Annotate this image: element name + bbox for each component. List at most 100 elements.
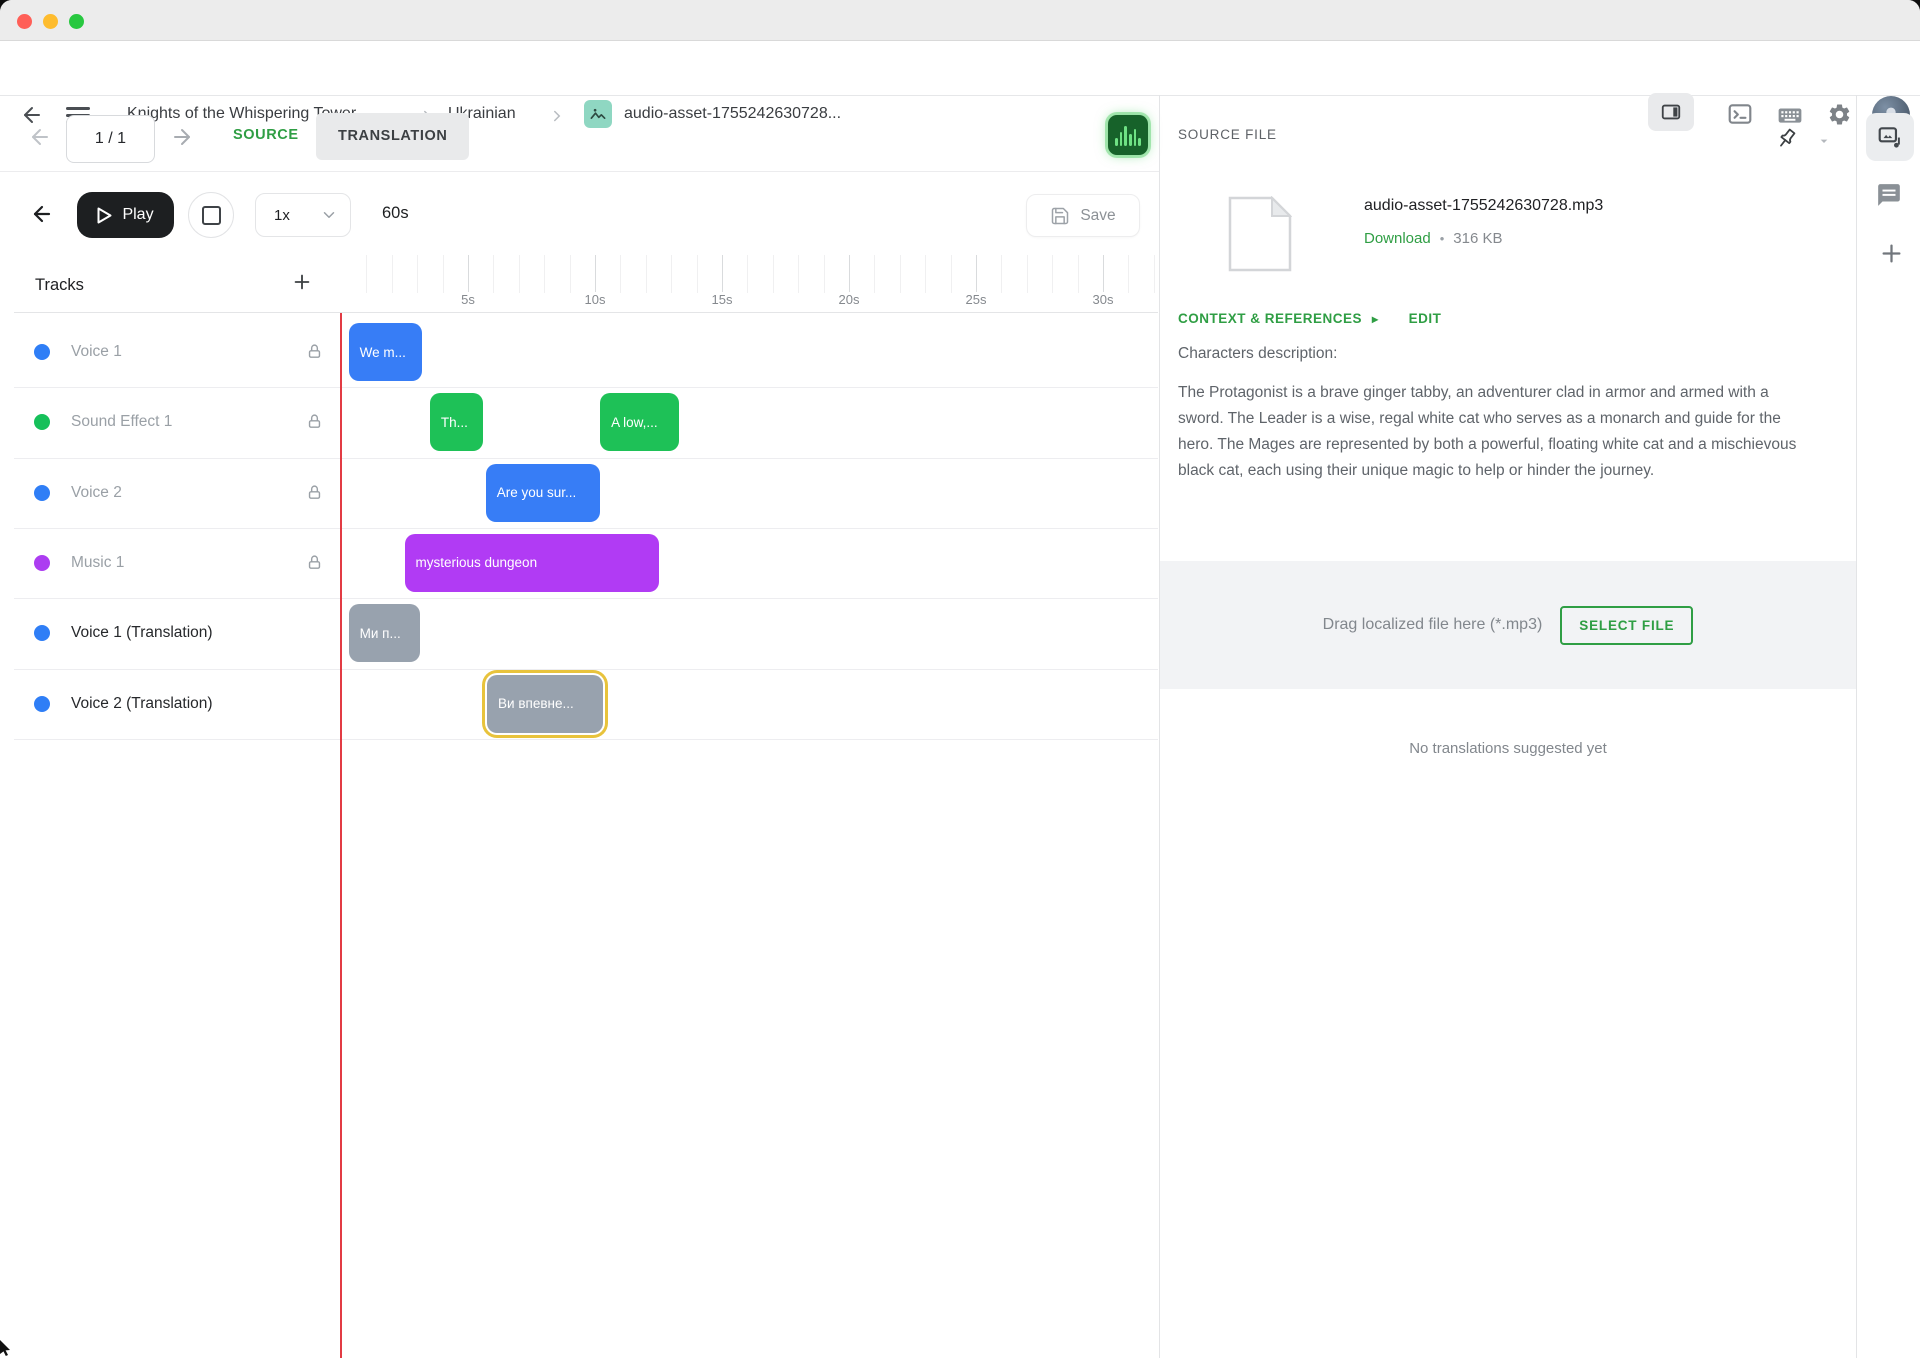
ruler-tick	[925, 255, 926, 293]
chevron-down-icon[interactable]	[1816, 133, 1832, 154]
panel-layout-toggle-button[interactable]	[1648, 93, 1694, 131]
media-audio-icon	[1877, 124, 1903, 150]
ruler-tick	[443, 255, 444, 293]
ruler-tick-label: 20s	[829, 292, 869, 307]
source-file-name: audio-asset-1755242630728.mp3	[1364, 197, 1603, 215]
play-button[interactable]: Play	[77, 192, 174, 238]
ruler-tick	[366, 255, 367, 293]
timeline-clip[interactable]: A low,...	[600, 393, 679, 451]
comments-tab[interactable]	[1876, 182, 1902, 213]
toolbar-divider	[0, 171, 1159, 172]
rail-divider	[1856, 95, 1857, 1358]
ruler-tick	[1103, 255, 1104, 293]
add-track-button[interactable]	[286, 266, 318, 298]
timeline-clip[interactable]: Ми п...	[349, 604, 420, 662]
ruler-tick	[544, 255, 545, 293]
tab-source[interactable]: SOURCE	[233, 127, 299, 143]
ruler-tick	[747, 255, 748, 293]
add-panel-tab[interactable]	[1878, 240, 1905, 272]
back-icon[interactable]	[20, 103, 44, 127]
clip-label: mysterious dungeon	[405, 555, 538, 570]
ruler-tick	[671, 255, 672, 293]
edit-link[interactable]: EDIT	[1409, 311, 1442, 326]
ruler-tick-label: 5s	[448, 292, 488, 307]
row-separator	[14, 458, 1158, 459]
stop-icon	[202, 206, 221, 225]
rewind-to-start-icon[interactable]	[30, 202, 54, 226]
breadcrumb-asset[interactable]: audio-asset-1755242630728...	[624, 105, 841, 123]
timeline-clip[interactable]: Th...	[430, 393, 483, 451]
ruler-tick-label: 15s	[702, 292, 742, 307]
ruler-tick	[417, 255, 418, 293]
clip-label: Th...	[430, 415, 468, 430]
settings-gear-icon[interactable]	[1827, 102, 1852, 132]
playhead[interactable]	[340, 313, 342, 1358]
mouse-cursor	[0, 1340, 14, 1358]
track-row[interactable]: Sound Effect 1	[0, 387, 341, 457]
tab-translation[interactable]: TRANSLATION	[316, 113, 469, 160]
row-separator	[14, 528, 1158, 529]
media-audio-tab[interactable]	[1866, 113, 1914, 161]
ruler-tick	[849, 255, 850, 293]
context-references-row: CONTEXT & REFERENCES ▸ EDIT	[1178, 311, 1441, 326]
panel-divider	[1159, 95, 1160, 1358]
track-label: Sound Effect 1	[71, 413, 172, 431]
ruler-tick	[1027, 255, 1028, 293]
next-page-icon[interactable]	[170, 125, 194, 154]
ruler-tick	[697, 255, 698, 293]
lock-icon	[306, 484, 323, 506]
previous-page-icon[interactable]	[28, 125, 52, 154]
playback-speed-select[interactable]: 1x	[255, 193, 351, 237]
chevron-right-icon	[548, 107, 566, 130]
translations-empty-state: No translations suggested yet	[1160, 740, 1856, 757]
download-link[interactable]: Download	[1364, 230, 1431, 247]
timeline-clip[interactable]: Ви впевне...	[487, 675, 603, 733]
ruler-tick	[519, 255, 520, 293]
terminal-icon[interactable]	[1727, 101, 1753, 132]
close-window-button[interactable]	[17, 14, 32, 29]
minimize-window-button[interactable]	[43, 14, 58, 29]
ruler-tick	[1154, 255, 1155, 293]
save-icon	[1050, 206, 1070, 226]
ruler-tick	[570, 255, 571, 293]
track-color-dot	[34, 414, 50, 430]
audio-waveform-icon[interactable]	[1108, 115, 1148, 155]
ruler-tick	[951, 255, 952, 293]
stop-button[interactable]	[188, 192, 234, 238]
chevron-down-icon	[320, 206, 338, 224]
ruler-tick	[1052, 255, 1053, 293]
select-file-button[interactable]: SELECT FILE	[1560, 606, 1693, 645]
header: Knights of the Whispering Tower Ukrainia…	[0, 41, 1920, 96]
clip-label: Ви впевне...	[487, 696, 574, 711]
track-row[interactable]: Voice 2	[0, 458, 341, 528]
characters-description-text: The Protagonist is a brave ginger tabby,…	[1178, 380, 1814, 484]
clip-label: A low,...	[600, 415, 658, 430]
timeline-clip[interactable]: mysterious dungeon	[405, 534, 659, 592]
track-color-dot	[34, 485, 50, 501]
ruler-tick	[595, 255, 596, 293]
ruler-tick-label: 10s	[575, 292, 615, 307]
zoom-window-button[interactable]	[69, 14, 84, 29]
dropzone-hint: Drag localized file here (*.mp3)	[1323, 616, 1543, 634]
track-row[interactable]: Music 1	[0, 528, 341, 598]
file-size: 316 KB	[1453, 230, 1502, 247]
track-row[interactable]: Voice 2 (Translation)	[0, 669, 341, 739]
track-row[interactable]: Voice 1 (Translation)	[0, 598, 341, 668]
localized-file-dropzone[interactable]: Drag localized file here (*.mp3) SELECT …	[1160, 561, 1856, 689]
context-references-link[interactable]: CONTEXT & REFERENCES	[1178, 311, 1362, 326]
track-label: Music 1	[71, 554, 124, 572]
save-button[interactable]: Save	[1026, 194, 1140, 237]
track-label: Voice 2	[71, 484, 122, 502]
caret-right-icon: ▸	[1372, 312, 1379, 326]
timeline-clip[interactable]: Are you sur...	[486, 464, 600, 522]
row-separator	[14, 669, 1158, 670]
page-indicator[interactable]: 1 / 1	[66, 115, 155, 163]
tracks-panel-title: Tracks	[35, 276, 84, 295]
clip-label: We m...	[349, 345, 406, 360]
ruler-tick	[900, 255, 901, 293]
track-label: Voice 1 (Translation)	[71, 624, 213, 642]
ruler-tick	[493, 255, 494, 293]
timeline-clip[interactable]: We m...	[349, 323, 423, 381]
ruler-tick-label: 25s	[956, 292, 996, 307]
track-row[interactable]: Voice 1	[0, 317, 341, 387]
